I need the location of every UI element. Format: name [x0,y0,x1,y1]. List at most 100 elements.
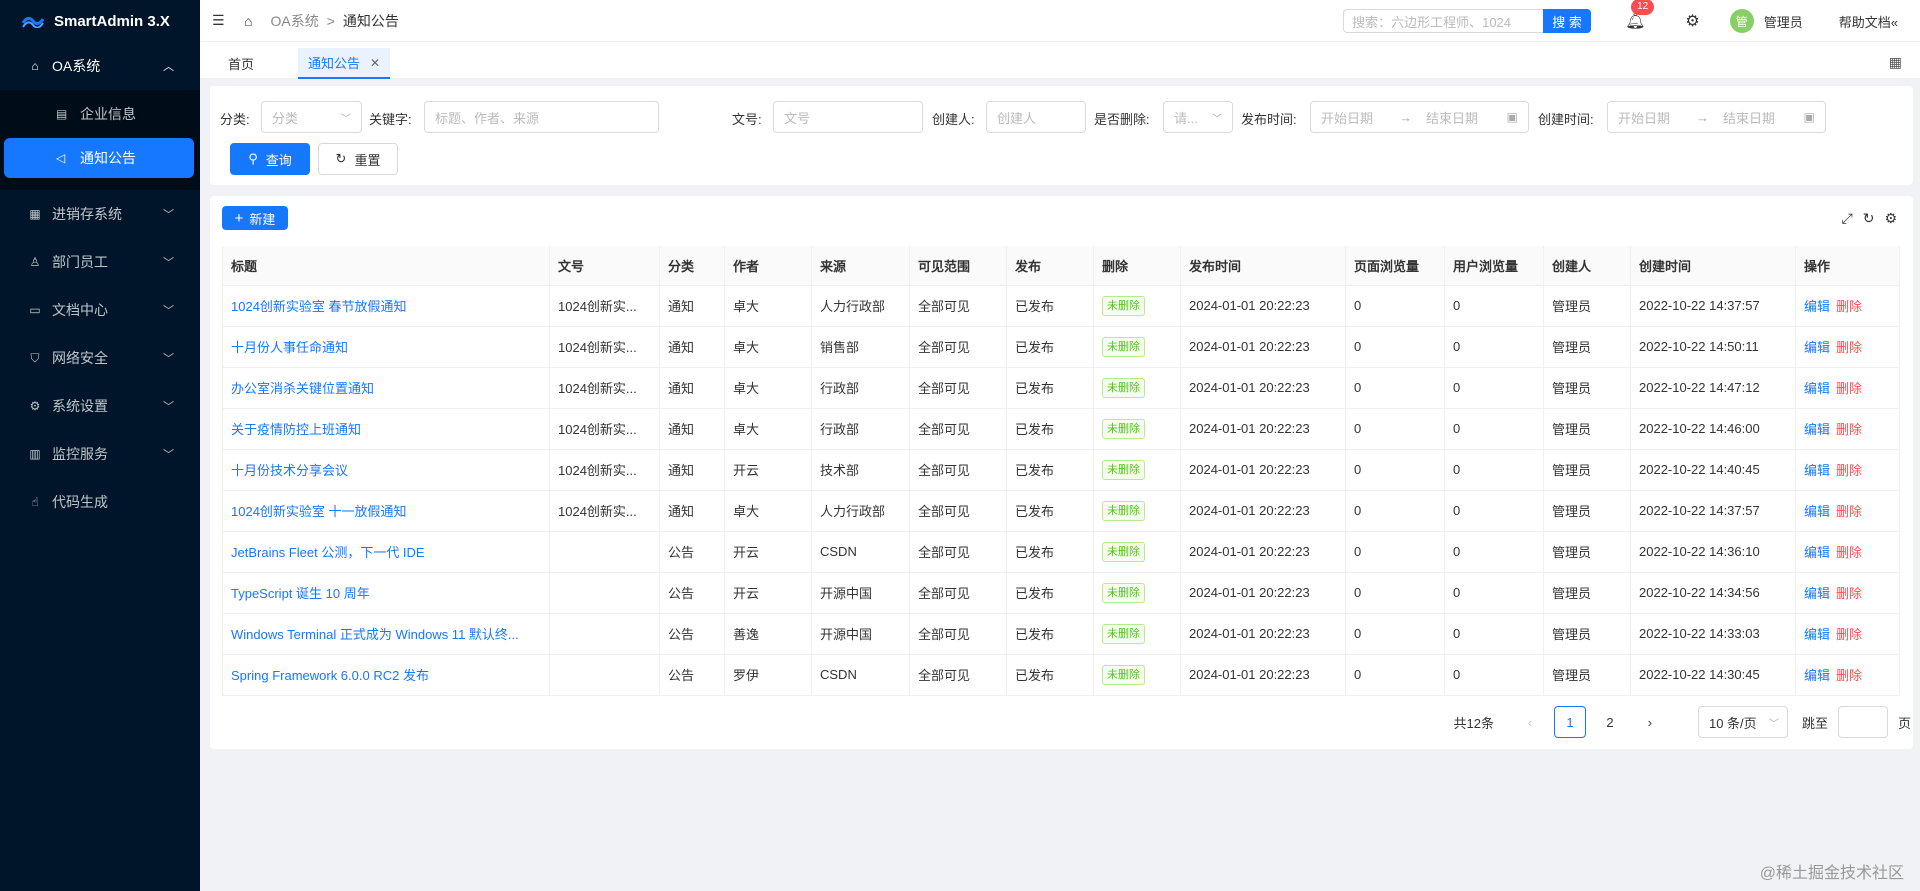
cell-creator: 管理员 [1543,572,1631,614]
docno-input[interactable]: 文号 [773,101,923,133]
fullscreen-icon[interactable]: ⤢ [1842,210,1853,227]
filter-form: 分类: 分类 ﹀ 关键字: 标题、作者、来源 文号: 文号 创建人: 创建人 是… [210,86,1913,185]
gear-icon[interactable]: ⚙ [1685,11,1699,31]
edit-link[interactable]: 编辑 [1804,340,1830,355]
delete-link[interactable]: 删除 [1836,381,1862,396]
global-search-input[interactable]: 搜索：六边形工程师、1024 [1343,9,1544,33]
cell-author: 卓大 [724,367,812,409]
create-date-range[interactable]: 开始日期 → 结束日期 ▣ [1607,101,1826,133]
page-1-button[interactable]: 1 [1553,706,1586,738]
cell-publish: 已发布 [1006,613,1094,655]
sidebar-item-oa[interactable]: ⌂ OA系统 ︿ [0,42,200,90]
column-header: 创建时间 [1630,246,1796,286]
jump-page-input[interactable] [1837,706,1888,738]
page-2-button[interactable]: 2 [1594,706,1626,738]
column-setting-icon[interactable]: ⚙ [1884,210,1897,227]
category-select[interactable]: 分类 ﹀ [261,101,362,133]
sidebar-item-department[interactable]: ♙ 部门员工 ﹀ [0,238,200,286]
cell-publish: 已发布 [1006,490,1094,532]
prev-page-button[interactable]: ‹ [1514,706,1546,738]
sidebar-subitem-company[interactable]: ▤ 企业信息 [4,94,194,134]
cell-title[interactable]: 办公室消杀关键位置通知 [222,367,550,409]
sidebar-item-erp[interactable]: ▦ 进销存系统 ﹀ [0,190,200,238]
sidebar-item-security[interactable]: ⛉ 网络安全 ﹀ [0,334,200,382]
menu-fold-icon[interactable]: ☰ [212,12,228,29]
sidebar: SmartAdmin 3.X ⌂ OA系统 ︿ ▤ 企业信息 ◁ 通知公告 ▦ … [0,0,200,891]
edit-link[interactable]: 编辑 [1804,545,1830,560]
cell-title[interactable]: 1024创新实验室 十一放假通知 [222,490,550,532]
sidebar-item-monitor[interactable]: ▥ 监控服务 ﹀ [0,430,200,478]
edit-link[interactable]: 编辑 [1804,422,1830,437]
reload-icon[interactable]: ↻ [1863,210,1875,227]
cell-publish: 已发布 [1006,449,1094,491]
status-badge: 未删除 [1102,500,1145,521]
global-search-button[interactable]: 搜 索 [1543,9,1592,33]
creator-input[interactable]: 创建人 [986,101,1086,133]
publish-date-range[interactable]: 开始日期 → 结束日期 ▣ [1310,101,1529,133]
cell-publish-time: 2024-01-01 20:22:23 [1180,654,1346,696]
reset-button[interactable]: ↻ 重置 [318,143,398,175]
cell-title[interactable]: 十月份技术分享会议 [222,449,550,491]
edit-link[interactable]: 编辑 [1804,381,1830,396]
delete-link[interactable]: 删除 [1836,504,1862,519]
cell-actions: 编辑 删除 [1795,326,1900,368]
delete-link[interactable]: 删除 [1836,545,1862,560]
cell-create-time: 2022-10-22 14:40:45 [1630,449,1796,491]
appstore-icon[interactable]: ▦ [1889,54,1902,71]
sidebar-item-docs[interactable]: ▭ 文档中心 ﹀ [0,286,200,334]
query-button[interactable]: ⚲ 查询 [230,143,310,175]
close-icon[interactable]: ✕ [370,56,380,70]
next-page-button[interactable]: › [1634,706,1666,738]
new-notice-button[interactable]: + 新建 [222,206,288,230]
cell-title[interactable]: Windows Terminal 正式成为 Windows 11 默认终... [222,613,550,655]
cell-creator: 管理员 [1543,326,1631,368]
bank-icon: ⌂ [31,59,39,73]
deleted-select[interactable]: 请... ﹀ [1163,101,1233,133]
start-date-placeholder: 开始日期 [1321,110,1374,126]
cell-actions: 编辑 删除 [1795,449,1900,491]
delete-link[interactable]: 删除 [1836,299,1862,314]
user-name[interactable]: 管理员 [1764,12,1803,31]
avatar[interactable]: 管 [1729,9,1754,33]
home-icon[interactable]: ⌂ [244,13,252,29]
cell-docno: 1024创新实... [549,367,660,409]
cell-visible: 全部可见 [909,367,1007,409]
delete-link[interactable]: 删除 [1836,668,1862,683]
page-size-select[interactable]: 10 条/页 ﹀ [1697,706,1788,738]
cell-visible: 全部可见 [909,531,1007,573]
delete-link[interactable]: 删除 [1836,463,1862,478]
category-label: 分类: [220,112,250,127]
cell-title[interactable]: 1024创新实验室 春节放假通知 [222,285,550,327]
notification-bell[interactable]: 🔔︎ 12 [1625,0,1655,31]
sidebar-subitem-notice[interactable]: ◁ 通知公告 [4,138,194,178]
table-row: 十月份技术分享会议 1024创新实... 通知 开云 技术部 全部可见 已发布 未删除 2024… [222,449,1900,491]
app-logo[interactable]: SmartAdmin 3.X [0,0,200,42]
cell-title[interactable]: 关于疫情防控上班通知 [222,408,550,450]
delete-link[interactable]: 删除 [1836,340,1862,355]
delete-link[interactable]: 删除 [1836,586,1862,601]
cell-title[interactable]: JetBrains Fleet 公测，下一代 IDE [222,531,550,573]
tab-notice[interactable]: 通知公告 ✕ [298,48,391,79]
edit-link[interactable]: 编辑 [1804,299,1830,314]
sidebar-item-settings[interactable]: ⚙ 系统设置 ﹀ [0,382,200,430]
help-docs-link[interactable]: 帮助文档« [1839,12,1898,31]
edit-link[interactable]: 编辑 [1804,627,1830,642]
keyword-input[interactable]: 标题、作者、来源 [424,101,659,133]
delete-link[interactable]: 删除 [1836,627,1862,642]
edit-link[interactable]: 编辑 [1804,504,1830,519]
cell-creator: 管理员 [1543,367,1631,409]
deleted-placeholder: 请... [1174,110,1198,126]
status-badge: 未删除 [1102,541,1145,562]
edit-link[interactable]: 编辑 [1804,586,1830,601]
sidebar-item-codegen[interactable]: ☝ 代码生成 [0,478,200,526]
tab-home[interactable]: 首页 [218,48,264,79]
edit-link[interactable]: 编辑 [1804,668,1830,683]
delete-link[interactable]: 删除 [1836,422,1862,437]
cell-title[interactable]: Spring Framework 6.0.0 RC2 发布 [222,654,550,696]
cell-title[interactable]: TypeScript 诞生 10 周年 [222,572,550,614]
edit-link[interactable]: 编辑 [1804,463,1830,478]
table-row: 1024创新实验室 十一放假通知 1024创新实... 通知 卓大 人力行政部 全部可见已… [222,490,1900,532]
breadcrumb-item[interactable]: OA系统 [270,11,318,31]
cell-title[interactable]: 十月份人事任命通知 [222,326,550,368]
notice-table-card: + 新建 ⤢ ↻ ⚙ 标题 文号 分类 作者 来源 可见范围 发布 删除 发布时间 页面浏览量 用户… [210,196,1913,749]
